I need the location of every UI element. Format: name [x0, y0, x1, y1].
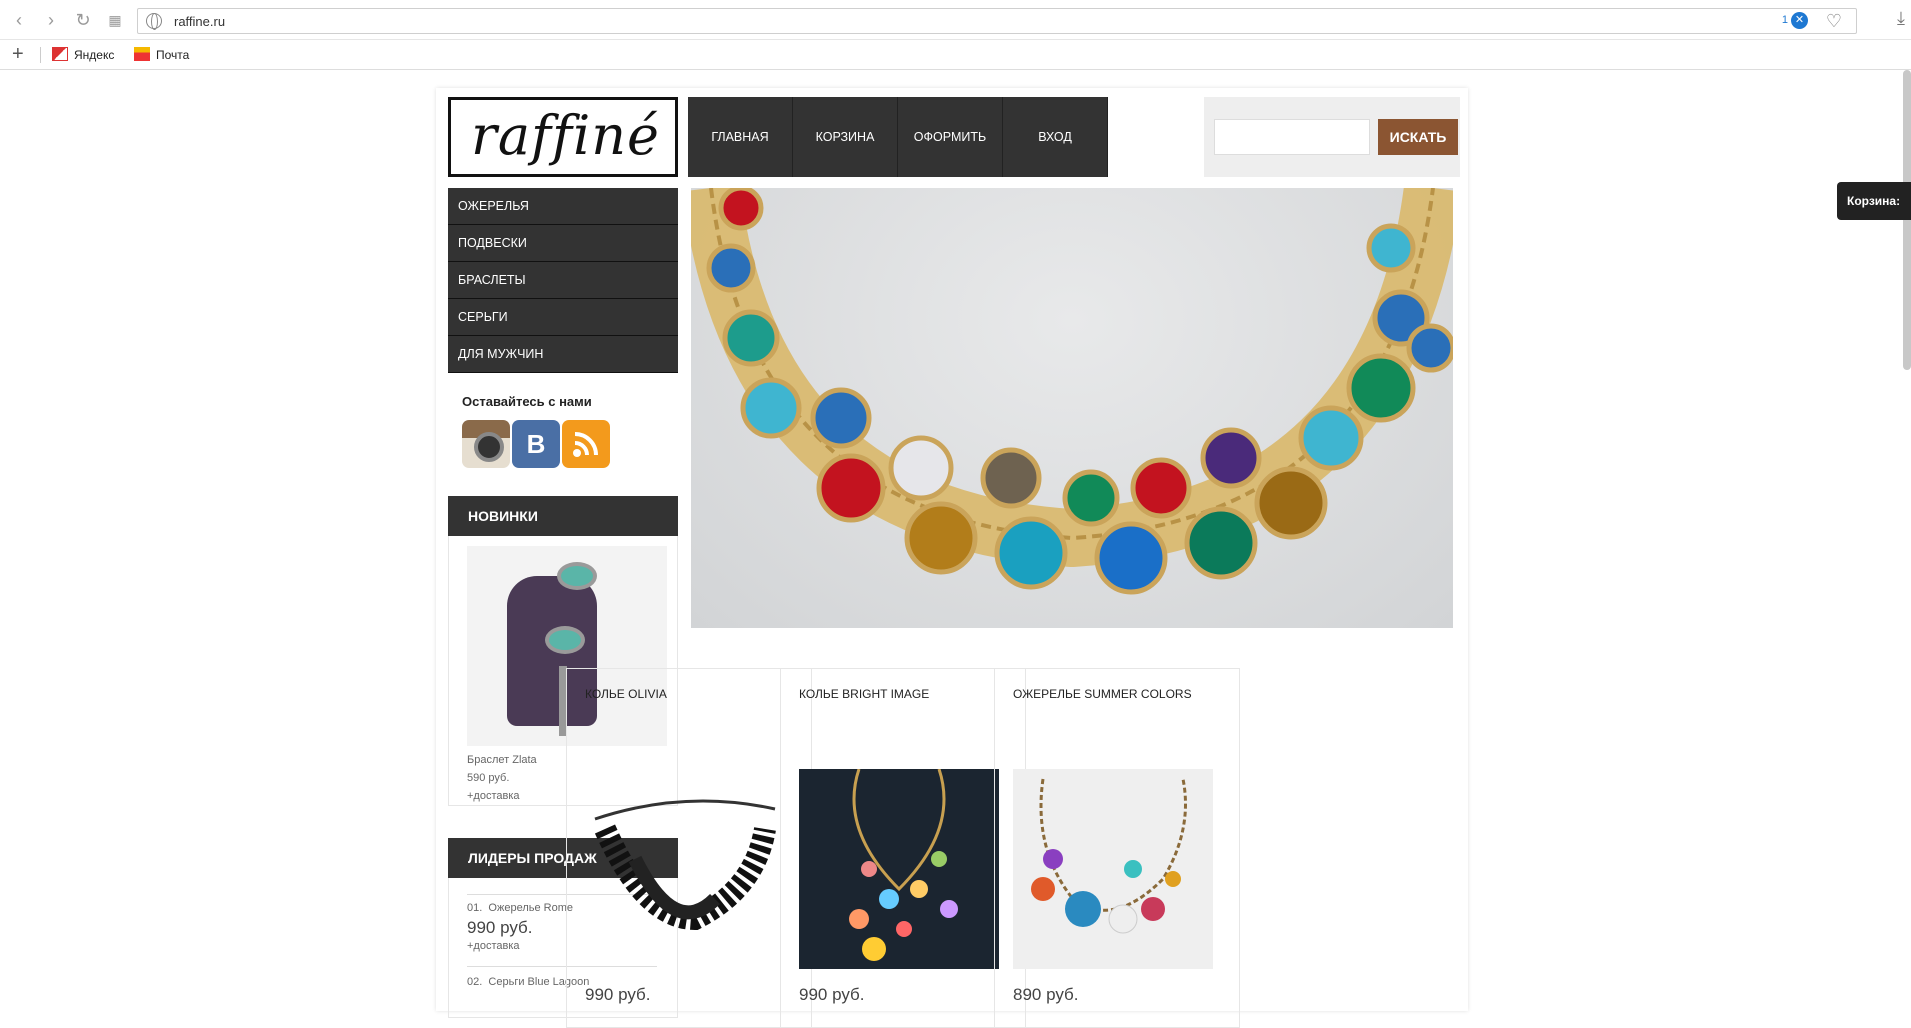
extension-badge-count: 1	[1781, 14, 1788, 26]
product-price: 890 руб.	[1013, 985, 1079, 1004]
logo-text: raffiné	[471, 104, 660, 167]
leader-delivery: +доставка	[467, 940, 520, 952]
mail-icon	[134, 47, 150, 61]
address-bar[interactable]: raffine.ru 1 ✕ ♡	[137, 8, 1857, 34]
search-input[interactable]	[1214, 119, 1370, 155]
social-title: Оставайтесь с нами	[462, 394, 592, 409]
globe-icon	[146, 13, 162, 30]
product-card[interactable]: КОЛЬЕ BRIGHT IMAGE 990 руб.	[780, 668, 1026, 1028]
product-name[interactable]: КОЛЬЕ OLIVIA	[585, 687, 667, 701]
instagram-icon[interactable]	[462, 420, 510, 468]
summer-necklace-illustration	[1031, 778, 1187, 934]
new-item-price: 590 руб.	[467, 772, 510, 784]
category-men[interactable]: ДЛЯ МУЖЧИН	[448, 336, 678, 373]
nav-login[interactable]: ВХОД	[1003, 97, 1108, 177]
back-icon[interactable]: ‹	[8, 9, 30, 31]
bracelet-stone	[545, 626, 585, 654]
product-image[interactable]	[1013, 769, 1213, 969]
social-links: B	[462, 420, 610, 468]
browser-toolbar: ‹ › ↻ ▦ raffine.ru 1 ✕ ♡ ⤓	[0, 0, 1911, 40]
page-scrollbar[interactable]	[1903, 70, 1911, 370]
download-icon[interactable]: ⤓	[1897, 8, 1905, 29]
product-price: 990 руб.	[799, 985, 865, 1004]
vk-icon[interactable]: B	[512, 420, 560, 468]
hero-banner-image[interactable]	[691, 188, 1453, 628]
list-item[interactable]: 01. Ожерелье Rome	[467, 902, 573, 914]
product-price: 990 руб.	[585, 985, 651, 1004]
category-pendants[interactable]: ПОДВЕСКИ	[448, 225, 678, 262]
site-page: raffiné ГЛАВНАЯ КОРЗИНА ОФОРМИТЬ ВХОД ИС…	[436, 88, 1468, 1028]
nav-home[interactable]: ГЛАВНАЯ	[688, 97, 793, 177]
product-name[interactable]: КОЛЬЕ BRIGHT IMAGE	[799, 687, 929, 701]
yandex-icon	[52, 47, 68, 61]
bookmarks-bar: + Яндекс Почта	[0, 40, 1911, 70]
product-image[interactable]	[585, 769, 785, 969]
reload-icon[interactable]: ↻	[72, 9, 94, 31]
main-nav: ГЛАВНАЯ КОРЗИНА ОФОРМИТЬ ВХОД	[688, 97, 1108, 177]
bookmark-yandex[interactable]: Яндекс	[52, 47, 114, 62]
favorite-icon[interactable]: ♡	[1826, 11, 1842, 32]
category-necklaces[interactable]: ОЖЕРЕЛЬЯ	[448, 188, 678, 225]
new-item-name[interactable]: Браслет Zlata	[467, 754, 537, 766]
black-necklace-illustration	[594, 799, 776, 931]
bright-necklace-illustration	[849, 768, 958, 961]
new-item-delivery: +доставка	[467, 790, 520, 802]
search-button[interactable]: ИСКАТЬ	[1378, 119, 1458, 155]
nav-cart[interactable]: КОРЗИНА	[793, 97, 898, 177]
bookmarks-divider	[40, 47, 41, 63]
nav-checkout[interactable]: ОФОРМИТЬ	[898, 97, 1003, 177]
bookmark-label: Почта	[156, 48, 190, 62]
category-bracelets[interactable]: БРАСЛЕТЫ	[448, 262, 678, 299]
category-earrings[interactable]: СЕРЬГИ	[448, 299, 678, 336]
product-card[interactable]: КОЛЬЕ OLIVIA 990 руб.	[566, 668, 812, 1028]
bookmark-mail[interactable]: Почта	[134, 47, 189, 62]
cart-tab[interactable]: Корзина:	[1837, 182, 1911, 220]
bracelet-stone	[557, 562, 597, 590]
category-nav: ОЖЕРЕЛЬЯ ПОДВЕСКИ БРАСЛЕТЫ СЕРЬГИ ДЛЯ МУ…	[448, 188, 678, 373]
add-bookmark-icon[interactable]: +	[12, 43, 24, 66]
product-image[interactable]	[799, 768, 999, 969]
protect-icon[interactable]: ✕	[1791, 12, 1808, 29]
tabs-grid-icon[interactable]: ▦	[104, 9, 126, 31]
leader-price: 990 руб.	[467, 918, 533, 937]
new-items-title: НОВИНКИ	[448, 496, 678, 536]
bookmark-label: Яндекс	[74, 48, 115, 62]
product-card[interactable]: ОЖЕРЕЛЬЕ SUMMER COLORS 890 руб.	[994, 668, 1240, 1028]
product-name[interactable]: ОЖЕРЕЛЬЕ SUMMER COLORS	[1013, 687, 1192, 701]
forward-icon[interactable]: ›	[40, 9, 62, 31]
url-text[interactable]: raffine.ru	[174, 14, 225, 29]
site-logo[interactable]: raffiné	[448, 97, 678, 177]
search-area: ИСКАТЬ	[1204, 97, 1460, 177]
rss-icon[interactable]	[562, 420, 610, 468]
necklace-illustration	[691, 188, 1453, 595]
